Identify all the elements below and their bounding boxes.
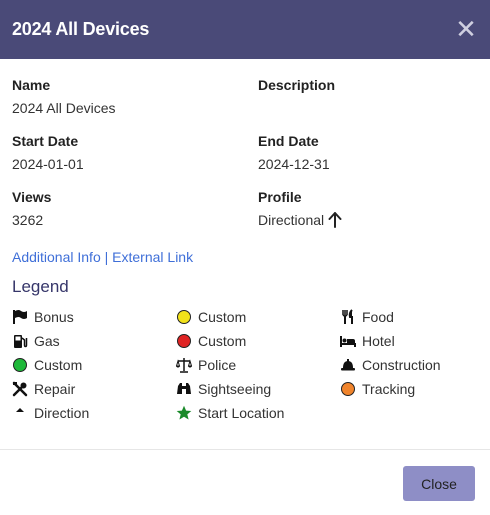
- legend-item-bonus: Bonus: [12, 307, 176, 327]
- legend-item-gas: Gas: [12, 331, 176, 351]
- red-dot-icon: [176, 333, 192, 349]
- info-links: Additional Info | External Link: [12, 249, 478, 265]
- caret-up-icon: [12, 405, 28, 421]
- additional-info-link[interactable]: Additional Info: [12, 249, 101, 265]
- utensils-icon: [340, 309, 356, 325]
- legend-label: Sightseeing: [198, 381, 272, 397]
- end-date-label: End Date: [258, 133, 319, 149]
- start-date-label: Start Date: [12, 133, 79, 149]
- legend-label: Hotel: [362, 333, 395, 349]
- binoculars-icon: [176, 381, 192, 397]
- profile-value-row: Directional: [258, 212, 478, 228]
- legend-label: Custom: [198, 309, 247, 325]
- external-link[interactable]: External Link: [112, 249, 193, 265]
- legend-item-direction: Direction: [12, 403, 176, 423]
- legend-label: Gas: [34, 333, 60, 349]
- legend-item-custom-yellow: Custom: [176, 307, 340, 327]
- start-date-value: 2024-01-01: [12, 156, 84, 172]
- profile-field: Profile Directional: [258, 189, 478, 245]
- name-label: Name: [12, 77, 51, 93]
- orange-dot-icon: [340, 381, 356, 397]
- legend-title: Legend: [12, 277, 69, 296]
- dialog-header: 2024 All Devices ✕: [0, 0, 490, 59]
- legend-item-construction: Construction: [340, 355, 480, 375]
- legend-item-custom-red: Custom: [176, 331, 340, 351]
- footer-divider: [0, 449, 490, 450]
- bed-icon: [340, 333, 356, 349]
- end-date-value: 2024-12-31: [258, 156, 330, 172]
- legend-label: Police: [198, 357, 237, 373]
- tools-icon: [12, 381, 28, 397]
- dialog-title: 2024 All Devices: [12, 19, 150, 39]
- legend-label: Food: [362, 309, 394, 325]
- legend-item-food: Food: [340, 307, 480, 327]
- name-value: 2024 All Devices: [12, 100, 116, 116]
- legend-label: Direction: [34, 405, 90, 421]
- dialog-body: Name 2024 All Devices Description Start …: [0, 59, 490, 423]
- description-field: Description: [258, 77, 478, 133]
- star-icon: [176, 405, 192, 421]
- start-date-field: Start Date 2024-01-01: [12, 133, 258, 189]
- profile-label: Profile: [258, 189, 302, 205]
- hard-hat-icon: [340, 357, 356, 373]
- legend-label: Custom: [34, 357, 83, 373]
- details-grid: Name 2024 All Devices Description Start …: [12, 77, 478, 245]
- legend-label: Custom: [198, 333, 247, 349]
- views-field: Views 3262: [12, 189, 258, 245]
- legend-item-custom-green: Custom: [12, 355, 176, 375]
- name-field: Name 2024 All Devices: [12, 77, 258, 133]
- description-label: Description: [258, 77, 336, 93]
- legend-item-start-location: Start Location: [176, 403, 340, 423]
- legend-item-hotel: Hotel: [340, 331, 480, 351]
- end-date-field: End Date 2024-12-31: [258, 133, 478, 189]
- yellow-dot-icon: [176, 309, 192, 325]
- legend-grid: Bonus Custom Food Gas Custom Hotel Custo…: [12, 307, 478, 423]
- views-value: 3262: [12, 212, 44, 228]
- legend-label: Construction: [362, 357, 441, 373]
- gas-pump-icon: [12, 333, 28, 349]
- legend-item-repair: Repair: [12, 379, 176, 399]
- green-dot-icon: [12, 357, 28, 373]
- device-dialog: 2024 All Devices ✕ Name 2024 All Devices…: [0, 0, 490, 515]
- link-separator: |: [104, 249, 109, 265]
- legend-label: Start Location: [198, 405, 285, 421]
- scales-icon: [176, 357, 192, 373]
- legend-label: Repair: [34, 381, 76, 397]
- flag-icon: [12, 309, 28, 325]
- profile-value: Directional: [258, 212, 325, 228]
- legend-item-police: Police: [176, 355, 340, 375]
- arrow-up-icon: [328, 212, 342, 228]
- views-label: Views: [12, 189, 52, 205]
- legend-item-sightseeing: Sightseeing: [176, 379, 340, 399]
- close-button[interactable]: Close: [403, 466, 475, 501]
- legend-label: Tracking: [362, 381, 416, 397]
- legend-item-tracking: Tracking: [340, 379, 480, 399]
- close-icon[interactable]: ✕: [454, 17, 478, 43]
- legend-label: Bonus: [34, 309, 74, 325]
